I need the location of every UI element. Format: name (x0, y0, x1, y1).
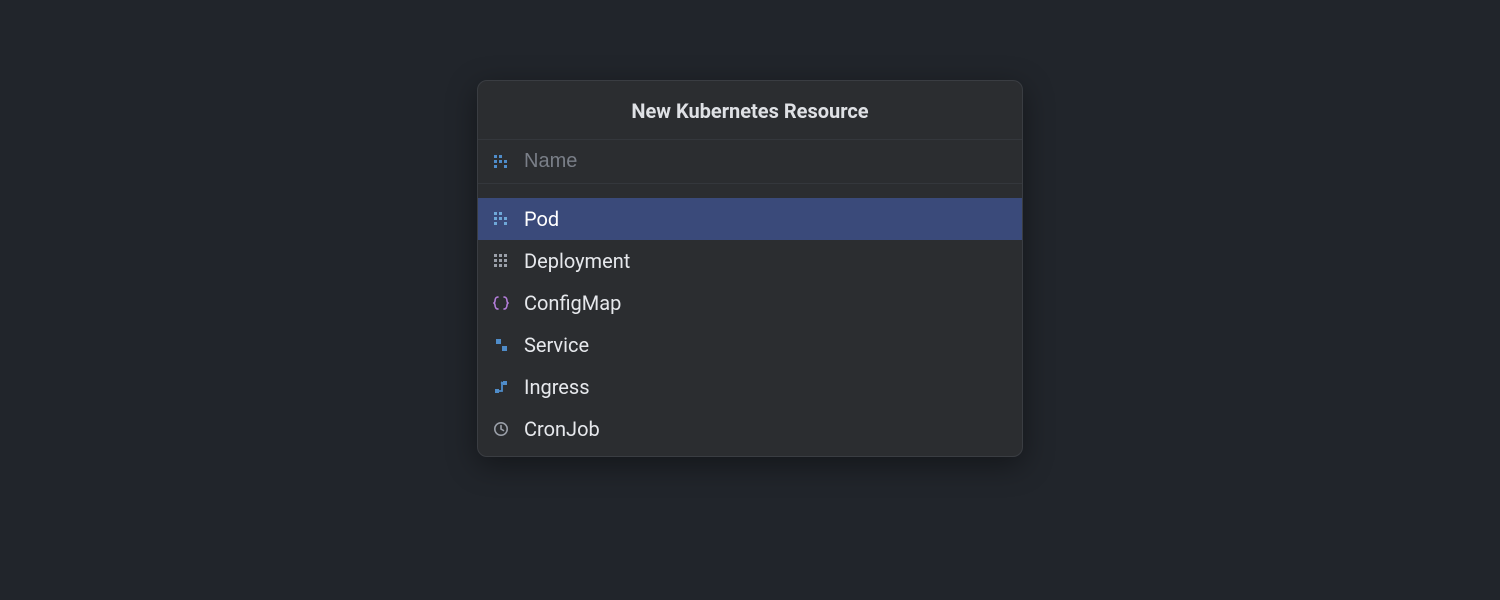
name-input[interactable] (524, 150, 1008, 173)
list-item-label: Ingress (524, 375, 590, 399)
service-icon (492, 336, 510, 354)
cronjob-icon (492, 420, 510, 438)
list-item-label: Pod (524, 207, 559, 231)
list-item-deployment[interactable]: Deployment (478, 240, 1022, 282)
new-kubernetes-resource-dialog: New Kubernetes Resource (477, 80, 1023, 457)
list-item-label: Deployment (524, 249, 630, 273)
list-item-label: Service (524, 333, 589, 357)
deployment-icon (492, 252, 510, 270)
configmap-icon (492, 294, 510, 312)
name-input-row (478, 140, 1022, 184)
dialog-title: New Kubernetes Resource (478, 81, 1022, 140)
resource-list: Pod Deployment (478, 184, 1022, 456)
list-item-label: CronJob (524, 417, 600, 441)
list-item-service[interactable]: Service (478, 324, 1022, 366)
ingress-icon (492, 378, 510, 396)
list-item-pod[interactable]: Pod (478, 198, 1022, 240)
pod-icon (492, 210, 510, 228)
list-item-ingress[interactable]: Ingress (478, 366, 1022, 408)
list-item-configmap[interactable]: ConfigMap (478, 282, 1022, 324)
list-item-cronjob[interactable]: CronJob (478, 408, 1022, 450)
grid-icon (492, 153, 510, 171)
list-item-label: ConfigMap (524, 291, 621, 315)
